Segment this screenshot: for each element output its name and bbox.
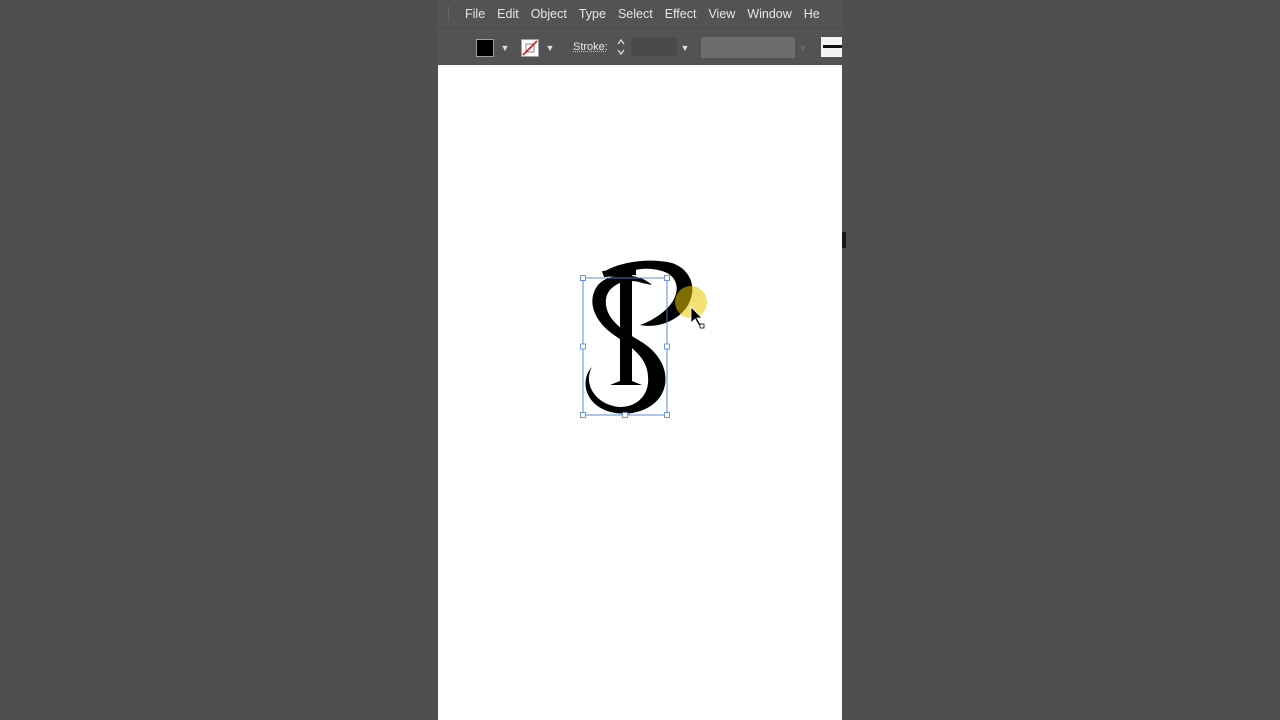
stroke-label[interactable]: Stroke: [573, 41, 608, 53]
stroke-weight-input[interactable] [631, 38, 677, 56]
resize-handle[interactable] [664, 343, 670, 350]
resize-handle[interactable] [580, 275, 586, 281]
menu-file[interactable]: File [459, 7, 491, 21]
resize-handle[interactable] [622, 412, 628, 418]
ps-monogram-artwork[interactable] [580, 255, 710, 425]
control-bar: ▼ ▼ Stroke: ▼ ▼ [438, 27, 842, 66]
menu-help[interactable]: He [798, 7, 826, 21]
menu-effect[interactable]: Effect [659, 7, 703, 21]
variable-width-profile-field[interactable] [701, 37, 795, 58]
menu-select[interactable]: Select [612, 7, 659, 21]
fill-color-swatch[interactable] [476, 39, 494, 57]
screen: File Edit Object Type Select Effect View… [0, 0, 1280, 720]
stroke-weight-chevron-icon[interactable]: ▼ [679, 41, 691, 55]
fill-dropdown-chevron-icon[interactable]: ▼ [499, 41, 511, 55]
profile-chevron-icon[interactable]: ▼ [797, 41, 809, 55]
stroke-dropdown-chevron-icon[interactable]: ▼ [544, 41, 556, 55]
no-stroke-icon [522, 40, 538, 56]
up-down-arrows-icon [617, 38, 625, 56]
menu-grip [448, 5, 451, 22]
artboard[interactable] [438, 65, 842, 720]
resize-handle[interactable] [664, 412, 670, 418]
menu-bar: File Edit Object Type Select Effect View… [438, 0, 842, 27]
menu-edit[interactable]: Edit [491, 7, 525, 21]
panel-edge-mark [842, 232, 846, 248]
menu-window[interactable]: Window [741, 7, 797, 21]
stroke-weight-stepper[interactable] [615, 37, 627, 57]
illustrator-window: File Edit Object Type Select Effect View… [438, 0, 842, 720]
resize-handle[interactable] [580, 412, 586, 418]
line-style-swatch[interactable] [821, 37, 842, 57]
menu-view[interactable]: View [702, 7, 741, 21]
menu-type[interactable]: Type [573, 7, 612, 21]
resize-handle[interactable] [580, 343, 586, 350]
resize-handle[interactable] [664, 275, 670, 281]
stroke-color-swatch[interactable] [521, 39, 539, 57]
menu-object[interactable]: Object [525, 7, 573, 21]
